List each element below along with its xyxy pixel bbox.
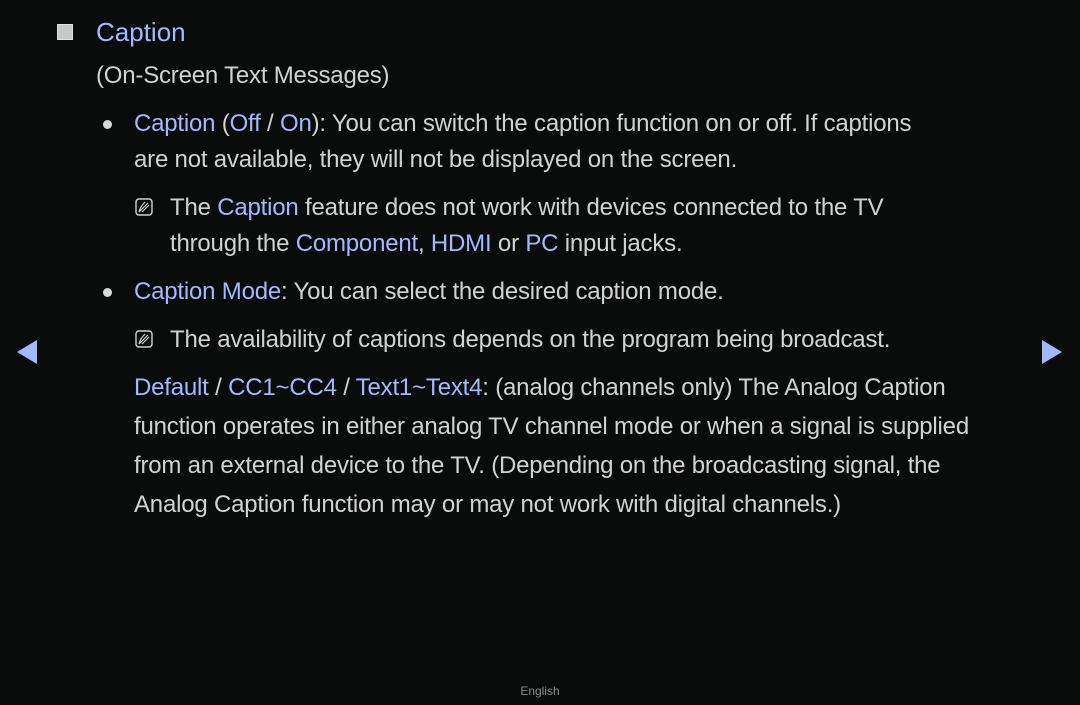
- caption-mode-term: Caption Mode: [134, 278, 282, 305]
- previous-page-arrow-icon[interactable]: [17, 340, 37, 364]
- modes-line1: Default / CC1~CC4 / Text1~Text4: (analog…: [134, 374, 946, 401]
- caption-desc-1: You can switch the caption function on o…: [331, 110, 912, 137]
- caption-on-option: On: [279, 110, 312, 137]
- bullet-icon: [103, 120, 112, 129]
- bullet-icon: [103, 288, 112, 297]
- modes-line4: Analog Caption function may or may not w…: [134, 491, 841, 518]
- section-title: Caption: [96, 17, 186, 47]
- caption-note-line1: The Caption feature does not work with d…: [170, 194, 884, 221]
- square-bullet-icon: [57, 24, 73, 40]
- caption-item-line1: Caption (Off / On): You can switch the c…: [134, 110, 912, 137]
- caption-note-line2: through the Component, HDMI or PC input …: [170, 230, 683, 257]
- section-subtitle: (On-Screen Text Messages): [96, 62, 390, 89]
- next-page-arrow-icon[interactable]: [1042, 340, 1062, 364]
- caption-desc-2: are not available, they will not be disp…: [134, 146, 738, 173]
- caption-term: Caption: [134, 110, 216, 137]
- caption-mode-note: The availability of captions depends on …: [170, 326, 891, 353]
- note-icon: [135, 198, 153, 216]
- caption-off-option: Off: [229, 110, 261, 137]
- language-label: English: [520, 684, 560, 698]
- caption-mode-line: Caption Mode: You can select the desired…: [134, 278, 724, 305]
- modes-line3: from an external device to the TV. (Depe…: [134, 452, 941, 479]
- modes-line2: function operates in either analog TV ch…: [134, 413, 969, 440]
- note-icon: [135, 330, 153, 348]
